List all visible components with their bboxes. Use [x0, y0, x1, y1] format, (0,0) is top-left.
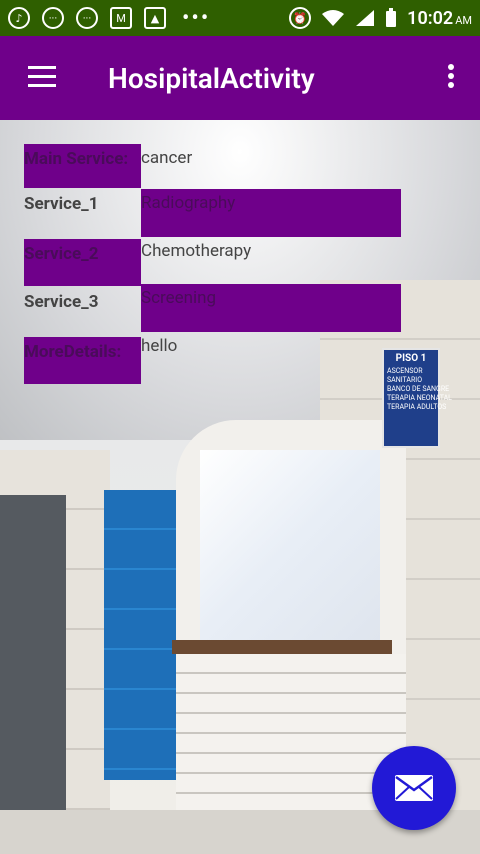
more-dots-icon: ••• — [182, 5, 211, 31]
sign-line: TERAPIA NEONATAL — [387, 394, 452, 402]
chat-bubble-icon: ··· — [42, 7, 64, 29]
clock: 10:02 AM — [407, 8, 472, 29]
system-icons: ⏰ 10:02 AM — [289, 7, 472, 29]
sign-line: TERAPIA ADULTOS — [387, 403, 447, 411]
sign-line: BANCO DE SANGRE — [387, 385, 450, 393]
sign-line: SANITARIO — [387, 376, 423, 384]
overflow-menu-icon[interactable] — [446, 64, 456, 92]
service3-label: Service_3 — [24, 292, 99, 312]
email-fab-button[interactable] — [372, 746, 456, 830]
elevator-door — [0, 495, 66, 815]
reception-window — [200, 450, 380, 640]
signal-icon — [356, 10, 375, 26]
main-service-value: cancer — [141, 148, 193, 168]
music-note-icon: ♪ — [8, 7, 30, 29]
wifi-icon — [322, 10, 345, 26]
sign-title: PISO 1 — [395, 353, 427, 364]
more-details-value: hello — [141, 336, 178, 356]
service2-label: Service_2 — [24, 239, 141, 286]
service2-value: Chemotherapy — [141, 241, 252, 261]
alarm-icon: ⏰ — [289, 7, 312, 29]
service3-value: Screening — [141, 284, 401, 332]
status-bar: ♪ ··· ··· M ▲ ••• ⏰ 10:02 AM — [0, 0, 480, 36]
sign-line: ASCENSOR — [387, 367, 423, 375]
blue-tile-wall — [104, 490, 176, 780]
mail-icon — [395, 775, 433, 801]
counter-top — [172, 640, 392, 654]
app-bar: HosipitalActivity — [0, 36, 480, 120]
app-title: HosipitalActivity — [108, 62, 315, 95]
ampm: AM — [455, 13, 472, 27]
notification-icons: ♪ ··· ··· M ▲ ••• — [8, 6, 210, 31]
time: 10:02 — [407, 7, 454, 29]
battery-icon — [386, 8, 397, 27]
gmail-icon: M — [110, 7, 132, 29]
chat-bubble-icon: ··· — [76, 7, 98, 29]
floor-sign: PISO 1 ASCENSOR SANITARIO BANCO DE SANGR… — [382, 348, 452, 448]
service1-value: Radiography — [141, 189, 401, 237]
menu-icon[interactable] — [28, 66, 56, 88]
main-service-label: Main Service: — [24, 144, 141, 188]
service1-label: Service_1 — [24, 194, 99, 214]
image-icon: ▲ — [144, 7, 166, 29]
more-details-label: MoreDetails: — [24, 337, 141, 384]
